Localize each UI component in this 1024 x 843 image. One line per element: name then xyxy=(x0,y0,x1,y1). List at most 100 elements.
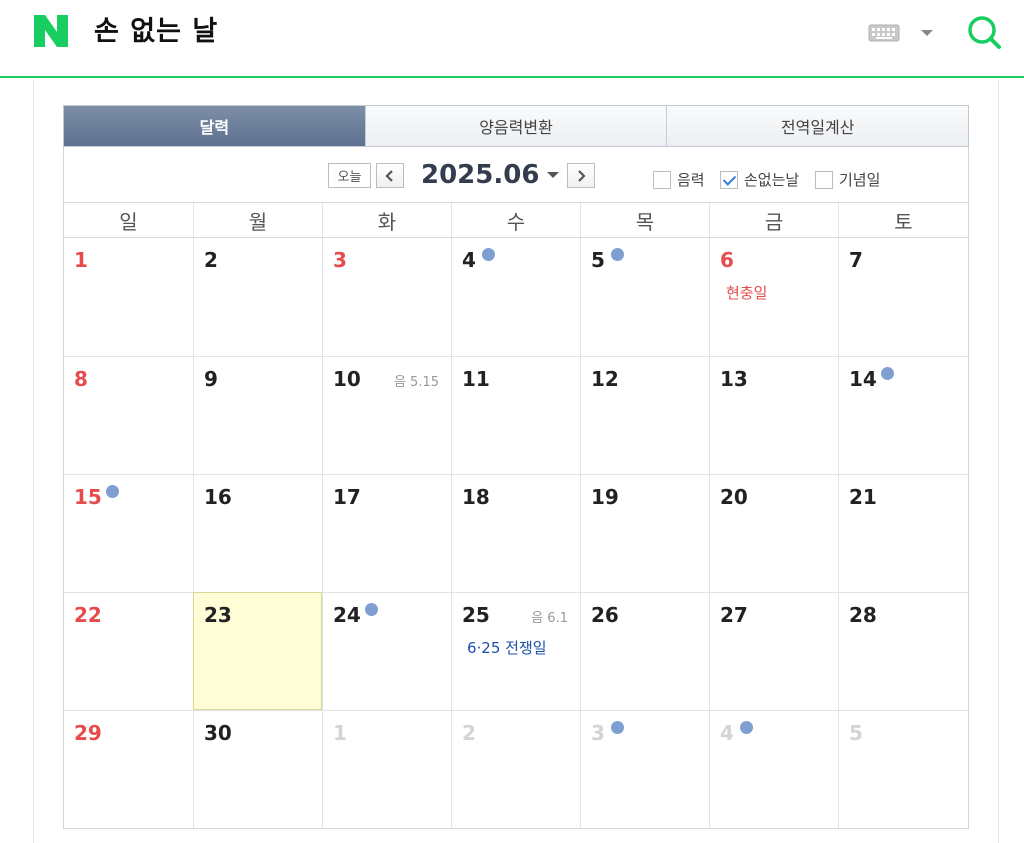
day-cell[interactable]: 29 xyxy=(64,710,193,828)
day-cell[interactable]: 24 xyxy=(322,592,451,710)
caret-down-icon xyxy=(921,30,933,36)
no-loss-day-dot-icon xyxy=(611,721,624,734)
current-month: 2025.06 xyxy=(421,160,540,190)
no-loss-day-dot-icon xyxy=(365,603,378,616)
day-cell[interactable]: 2 xyxy=(451,710,580,828)
day-event[interactable]: 6·25 전쟁일 xyxy=(467,637,547,658)
day-cell[interactable]: 27 xyxy=(709,592,838,710)
calendar-tabs: 달력 양음력변환 전역일계산 xyxy=(63,105,969,147)
search-icon[interactable] xyxy=(964,12,1004,52)
no-loss-day-dot-icon xyxy=(106,485,119,498)
day-number: 28 xyxy=(849,603,877,627)
day-number: 13 xyxy=(720,367,748,391)
day-cell[interactable]: 12 xyxy=(580,356,709,474)
prev-month-button[interactable] xyxy=(376,163,404,188)
lunar-date: 음 6.1 xyxy=(531,611,568,626)
chevron-left-icon xyxy=(385,169,393,182)
day-cell[interactable]: 14 xyxy=(838,356,968,474)
no-loss-day-dot-icon xyxy=(611,248,624,261)
calendar: 오늘 2025.06 음력 손없는날 기념일 일 월 화 수 목 금 토 1 2… xyxy=(63,147,969,829)
day-number: 11 xyxy=(462,367,490,391)
day-number: 2 xyxy=(204,248,218,272)
day-number: 27 xyxy=(720,603,748,627)
day-cell[interactable]: 6 현충일 xyxy=(709,238,838,356)
day-number: 5 xyxy=(591,248,605,272)
day-cell[interactable]: 1 xyxy=(322,710,451,828)
day-number: 9 xyxy=(204,367,218,391)
day-number: 7 xyxy=(849,248,863,272)
page-title: 손 없는 날 xyxy=(94,16,219,47)
weekday-sat: 토 xyxy=(838,203,968,237)
day-cell[interactable]: 3 xyxy=(580,710,709,828)
day-number: 26 xyxy=(591,603,619,627)
day-cell[interactable]: 5 xyxy=(838,710,968,828)
no-loss-day-checkbox[interactable]: 손없는날 xyxy=(720,169,799,190)
day-number: 21 xyxy=(849,485,877,509)
day-number: 15 xyxy=(74,485,102,509)
checkbox-box[interactable] xyxy=(815,170,833,189)
day-number: 17 xyxy=(333,485,361,509)
day-number: 2 xyxy=(462,721,476,745)
weekday-sun: 일 xyxy=(119,209,138,234)
day-cell[interactable]: 11 xyxy=(451,356,580,474)
day-number: 3 xyxy=(333,248,347,272)
day-number: 16 xyxy=(204,485,232,509)
day-cell[interactable]: 17 xyxy=(322,474,451,592)
day-cell[interactable]: 30 xyxy=(193,710,322,828)
day-cell[interactable]: 15 xyxy=(64,474,193,592)
day-number: 1 xyxy=(74,248,88,272)
weekday-header: 일 월 화 수 목 금 토 xyxy=(64,203,968,238)
lunar-date: 음 5.15 xyxy=(393,375,439,390)
memorial-checkbox[interactable]: 기념일 xyxy=(815,169,880,190)
day-cell[interactable]: 21 xyxy=(838,474,968,592)
chevron-right-icon xyxy=(578,169,586,182)
tab-calendar[interactable]: 달력 xyxy=(64,106,365,146)
weekday-fri: 금 xyxy=(709,203,838,237)
naver-logo-icon[interactable] xyxy=(34,15,68,47)
weekday-mon: 월 xyxy=(193,203,322,237)
day-number: 14 xyxy=(849,367,877,391)
day-cell[interactable]: 8 xyxy=(64,356,193,474)
day-cell[interactable]: 1 xyxy=(64,238,193,356)
day-number: 5 xyxy=(849,721,863,745)
day-cell[interactable]: 26 xyxy=(580,592,709,710)
day-cell[interactable]: 3 xyxy=(322,238,451,356)
day-number: 23 xyxy=(204,603,232,627)
keyboard-input-button[interactable] xyxy=(868,18,940,48)
day-number: 4 xyxy=(720,721,734,745)
calendar-controls: 오늘 2025.06 음력 손없는날 기념일 xyxy=(64,147,968,203)
day-cell-today[interactable]: 23 xyxy=(193,592,322,710)
next-month-button[interactable] xyxy=(567,163,595,188)
day-cell[interactable]: 16 xyxy=(193,474,322,592)
month-selector[interactable]: 2025.06 xyxy=(421,157,560,193)
day-cell[interactable]: 7 xyxy=(838,238,968,356)
weekday-thu: 목 xyxy=(580,203,709,237)
tab-lunar-conversion[interactable]: 양음력변환 xyxy=(364,106,667,146)
day-number: 8 xyxy=(74,367,88,391)
day-cell[interactable]: 4 xyxy=(451,238,580,356)
day-cell[interactable]: 13 xyxy=(709,356,838,474)
tab-discharge-calculator[interactable]: 전역일계산 xyxy=(666,106,969,146)
checkbox-box-checked[interactable] xyxy=(720,170,738,189)
day-cell[interactable]: 22 xyxy=(64,592,193,710)
day-event[interactable]: 현충일 xyxy=(726,282,767,303)
keyboard-icon xyxy=(868,24,900,42)
day-number: 3 xyxy=(591,721,605,745)
day-cell[interactable]: 2 xyxy=(193,238,322,356)
day-cell[interactable]: 18 xyxy=(451,474,580,592)
day-cell[interactable]: 5 xyxy=(580,238,709,356)
day-cell[interactable]: 9 xyxy=(193,356,322,474)
lunar-checkbox[interactable]: 음력 xyxy=(653,169,705,190)
day-cell[interactable]: 4 xyxy=(709,710,838,828)
day-cell[interactable]: 28 xyxy=(838,592,968,710)
today-button[interactable]: 오늘 xyxy=(328,163,371,188)
day-number: 22 xyxy=(74,603,102,627)
day-cell[interactable]: 19 xyxy=(580,474,709,592)
caret-down-icon xyxy=(547,172,560,178)
day-cell[interactable]: 20 xyxy=(709,474,838,592)
day-cell[interactable]: 10 음 5.15 xyxy=(322,356,451,474)
day-cell[interactable]: 25 음 6.1 6·25 전쟁일 xyxy=(451,592,580,710)
day-number: 29 xyxy=(74,721,102,745)
checkbox-box[interactable] xyxy=(653,170,671,189)
day-number: 4 xyxy=(462,248,476,272)
